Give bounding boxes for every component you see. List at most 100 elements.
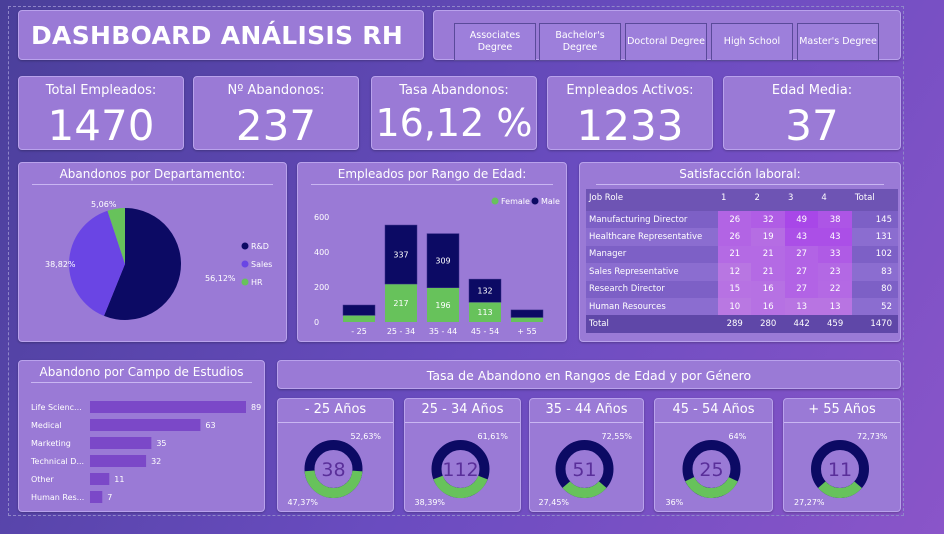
- slicer-masters[interactable]: Master's Degree: [797, 23, 879, 61]
- y-tick-label: 600: [314, 213, 329, 222]
- slicer-doctoral[interactable]: Doctoral Degree: [625, 23, 707, 61]
- table-cell: 10: [718, 297, 752, 316]
- gender-section-title: Tasa de Abandono en Rangos de Edad y por…: [426, 368, 752, 383]
- row-label: Manager: [589, 249, 627, 260]
- donut-male-label: 61,61%: [478, 432, 509, 441]
- table-cell: 27: [784, 245, 819, 264]
- table-row[interactable]: Manager 21 21 27 33 102: [586, 245, 898, 264]
- bar-female: [343, 315, 375, 322]
- donut-chart: 11 72,73% 27,27%: [794, 432, 888, 507]
- col-header[interactable]: Job Role: [586, 189, 718, 211]
- donut-chart: 112 61,61% 38,39%: [415, 432, 509, 507]
- kpi-value: 16,12 %: [375, 101, 533, 145]
- legend-marker-female: [491, 197, 499, 205]
- pie-data-label: 56,12%: [205, 274, 236, 283]
- row-label: Healthcare Representative: [589, 232, 703, 243]
- table-cell: 49: [784, 211, 819, 229]
- age-bar-chart: 600 400 200 0 Female Male - 25 217 337 25 - 34 196…: [314, 197, 560, 336]
- x-tick-label: 35 - 44: [429, 327, 457, 336]
- table-row[interactable]: Healthcare Representative 26 19 43 43 131: [586, 228, 898, 246]
- table-row[interactable]: Sales Representative 12 21 27 23 83: [586, 263, 898, 281]
- col-header[interactable]: 3: [784, 189, 819, 211]
- table-cell: 13: [818, 297, 852, 316]
- bar-data-label: 63: [205, 421, 215, 430]
- slicer-high-school[interactable]: High School: [711, 23, 793, 61]
- table-cell: 43: [784, 228, 819, 246]
- kpi-tasa-abandonos: Tasa Abandonos: 16,12 %: [371, 76, 537, 150]
- bar-male: [510, 309, 544, 318]
- bar-female: [511, 317, 543, 322]
- row-label: Research Director: [589, 284, 665, 295]
- col-header[interactable]: 1: [718, 189, 752, 211]
- table-cell: 15: [718, 280, 752, 298]
- table-cell: 33: [818, 245, 852, 264]
- bar-data-label: 32: [151, 457, 161, 466]
- legend-label: Female: [501, 197, 530, 206]
- bar-data-label: 89: [251, 403, 261, 412]
- table-cell: 38: [818, 211, 852, 229]
- donut-center-value: 112: [442, 459, 478, 481]
- pie-data-label: 5,06%: [91, 200, 117, 209]
- donut-chart: 51 72,55% 27,45%: [539, 432, 633, 507]
- pie-chart: 56,12% 38,82% 5,06% R&D Sales HR: [45, 200, 272, 320]
- bar-category-label: Other: [31, 475, 54, 484]
- table-cell: 13: [784, 297, 819, 316]
- row-label: Manufacturing Director: [589, 214, 688, 225]
- bar-data-label: 196: [435, 301, 450, 310]
- table-cell: 16: [751, 297, 785, 316]
- x-tick-label: - 25: [351, 327, 367, 336]
- legend-label: Sales: [251, 260, 272, 269]
- donut-female-label: 27,27%: [794, 498, 825, 507]
- kpi-empleados-activos: Empleados Activos: 1233: [547, 76, 713, 150]
- legend-label: HR: [251, 278, 263, 287]
- slicer-bachelors[interactable]: Bachelor's Degree: [539, 23, 621, 61]
- donut-panel: 45 - 54 Años 25 64% 36%: [654, 398, 773, 512]
- kpi-total-empleados: Total Empleados: 1470: [18, 76, 184, 150]
- slicer-associates[interactable]: Associates Degree: [454, 23, 536, 61]
- legend-marker-male: [531, 197, 539, 205]
- satisfaction-table: Job Role 1 2 3 4 Total Manufacturing Dir…: [586, 189, 898, 333]
- donut-panel: + 55 Años 11 72,73% 27,27%: [783, 398, 901, 512]
- table-cell: 12: [718, 263, 752, 281]
- table-row[interactable]: Manufacturing Director 26 32 49 38 145: [586, 211, 898, 229]
- table-row[interactable]: Research Director 15 16 27 22 80: [586, 280, 898, 298]
- bar-data-label: 11: [114, 475, 124, 484]
- page-title: DASHBOARD ANÁLISIS RH: [31, 21, 404, 50]
- legend-marker: [241, 260, 249, 268]
- kpi-abandonos: Nº Abandonos: 237: [193, 76, 359, 150]
- table-cell: 27: [784, 263, 819, 281]
- table-cell: 21: [751, 245, 785, 264]
- total-cell: 289: [726, 319, 743, 330]
- row-total: 102: [875, 249, 892, 260]
- bar-category-label: Medical: [31, 421, 62, 430]
- table-row[interactable]: Human Resources 10 16 13 13 52: [586, 297, 898, 316]
- satisfaction-title: Satisfacción laboral:: [580, 167, 900, 185]
- kpi-edad-media: Edad Media: 37: [723, 76, 901, 150]
- donut-chart: 25 64% 36%: [666, 432, 747, 507]
- legend-label: Male: [541, 197, 560, 206]
- study-bar: [90, 455, 147, 467]
- legend-label: R&D: [251, 242, 269, 251]
- table-cell: 22: [818, 280, 852, 298]
- bar-category-label: Marketing: [31, 439, 71, 448]
- col-header[interactable]: 4: [818, 189, 852, 211]
- table-cell: 32: [751, 211, 785, 229]
- donut-female-label: 36%: [666, 498, 684, 507]
- legend-marker: [241, 278, 249, 286]
- satisfaction-panel: Satisfacción laboral: Job Role 1 2 3 4 T…: [579, 162, 901, 342]
- table-cell: 43: [818, 228, 852, 246]
- pie-data-label: 38,82%: [45, 260, 76, 269]
- kpi-label: Total Empleados:: [45, 83, 157, 98]
- kpi-label: Empleados Activos:: [566, 83, 694, 98]
- bar-data-label: 337: [393, 251, 408, 260]
- donut-male-label: 52,63%: [351, 432, 382, 441]
- bar-male: [342, 304, 376, 316]
- col-header[interactable]: Total: [851, 189, 898, 211]
- bar-data-label: 35: [156, 439, 166, 448]
- donut-panel: - 25 Años 38 52,63% 47,37%: [277, 398, 394, 512]
- donut-center-value: 25: [699, 459, 723, 481]
- table-cell: 21: [751, 263, 785, 281]
- row-total: 52: [881, 301, 892, 312]
- study-bar: [90, 419, 201, 431]
- col-header[interactable]: 2: [751, 189, 785, 211]
